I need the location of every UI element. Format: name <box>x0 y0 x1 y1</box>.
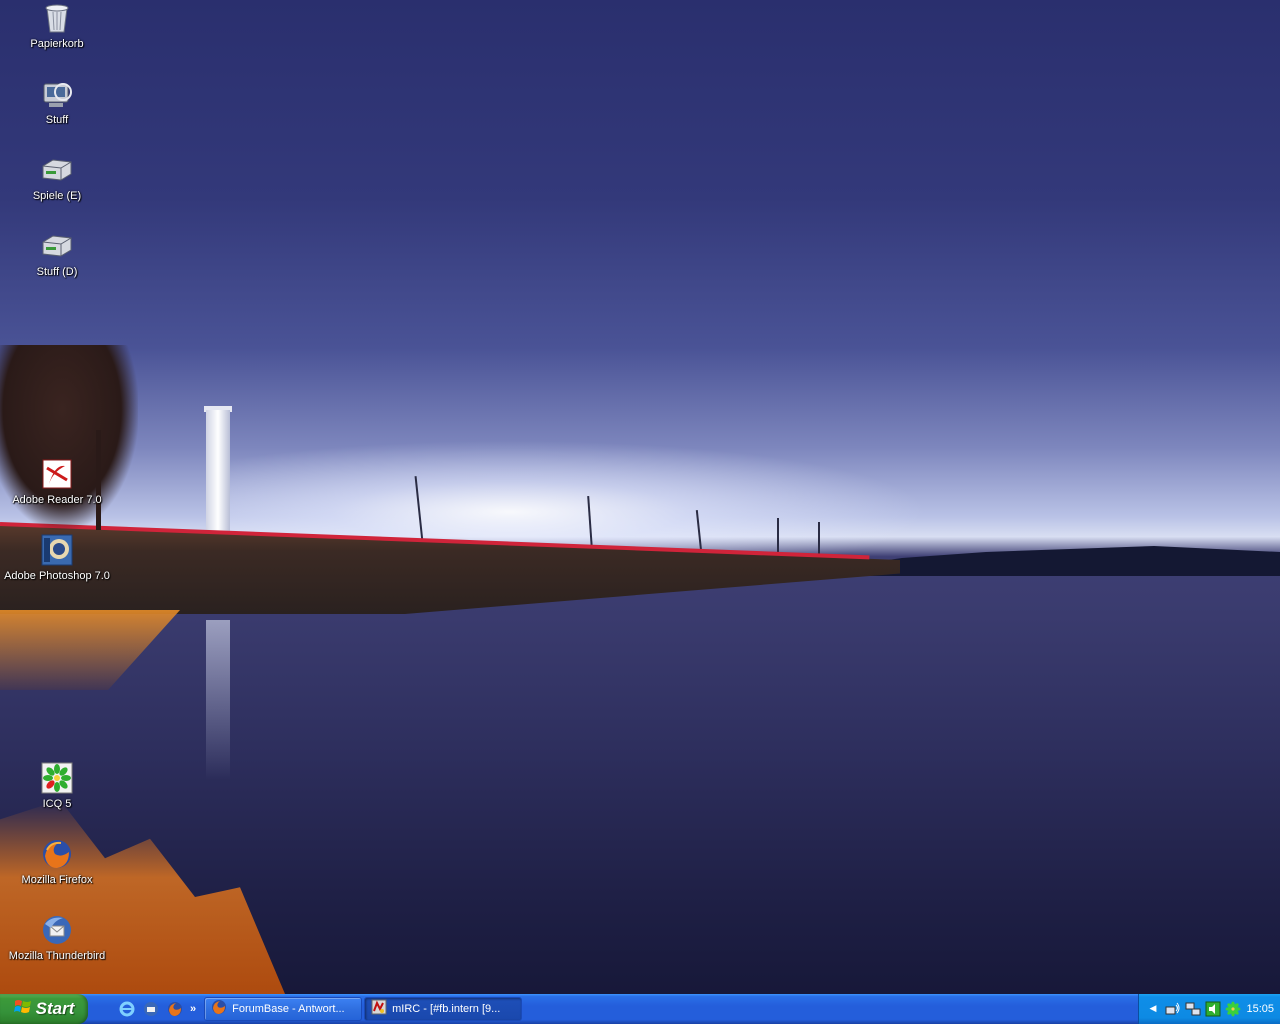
hard-drive-icon <box>41 154 73 186</box>
quicklaunch-more[interactable]: » <box>190 1003 196 1015</box>
system-tray: ◀ 15:05 <box>1138 994 1280 1024</box>
start-button[interactable]: Start <box>0 994 88 1024</box>
adobe-reader-icon <box>41 458 73 490</box>
mirc-icon <box>371 999 387 1019</box>
desktop-icon-label: Adobe Photoshop 7.0 <box>4 570 110 582</box>
desktop-icon-stuff-d[interactable]: Stuff (D) <box>0 230 114 278</box>
task-button-mirc[interactable]: mIRC - [#fb.intern [9... <box>364 997 523 1021</box>
recycle-bin-icon <box>41 2 73 34</box>
firefox-icon <box>211 999 227 1019</box>
desktop-icon-label: Stuff (D) <box>36 266 78 278</box>
desktop-icon-icq[interactable]: ICQ 5 <box>0 762 114 810</box>
network-icon[interactable] <box>1185 1001 1201 1017</box>
task-label: mIRC - [#fb.intern [9... <box>392 1003 501 1015</box>
desktop-icon-photoshop[interactable]: Adobe Photoshop 7.0 <box>0 534 114 582</box>
network-drive-icon <box>41 78 73 110</box>
volume-icon[interactable] <box>1205 1001 1221 1017</box>
desktop-icon-label: Stuff <box>45 114 69 126</box>
desktop-icon-adobe-reader[interactable]: Adobe Reader 7.0 <box>0 458 114 506</box>
photoshop-icon <box>41 534 73 566</box>
power-pole <box>777 518 779 554</box>
tower-reflection <box>206 620 230 780</box>
desktop-icon-label: Mozilla Thunderbird <box>8 950 106 962</box>
desktop-icon-label: Adobe Reader 7.0 <box>12 494 102 506</box>
foreground-grass <box>0 800 285 994</box>
icq-tray-icon[interactable] <box>1225 1001 1241 1017</box>
icq-icon <box>41 762 73 794</box>
start-label: Start <box>35 999 75 1018</box>
desktop-icon-label: ICQ 5 <box>42 798 72 810</box>
tower <box>206 410 230 536</box>
taskbar: Start » ForumBase - Antwort... mIRC - [#… <box>0 994 1280 1024</box>
desktop-icon-label: Spiele (E) <box>32 190 82 202</box>
internet-explorer-icon[interactable] <box>118 1000 136 1018</box>
task-label: ForumBase - Antwort... <box>232 1003 345 1015</box>
desktop-icon-label: Mozilla Firefox <box>21 874 93 886</box>
desktop-icon-spiele[interactable]: Spiele (E) <box>0 154 114 202</box>
desktop-icon-label: Papierkorb <box>30 38 84 50</box>
task-button-forumbase[interactable]: ForumBase - Antwort... <box>204 997 363 1021</box>
desktop-icon-firefox[interactable]: Mozilla Firefox <box>0 838 114 886</box>
desktop-icon-papierkorb[interactable]: Papierkorb <box>0 2 114 50</box>
desktop-icon-stuff[interactable]: Stuff <box>0 78 114 126</box>
power-pole <box>818 522 820 556</box>
thunderbird-icon <box>41 914 73 946</box>
shore-grass <box>0 610 180 690</box>
quicklaunch-bar: » <box>88 994 202 1024</box>
clock[interactable]: 15:05 <box>1246 1003 1274 1015</box>
firefox-icon[interactable] <box>166 1000 184 1018</box>
wireless-network-icon[interactable] <box>1165 1001 1181 1017</box>
desktop[interactable]: Papierkorb Stuff Spiele (E) Stuff (D) Ad… <box>0 0 1280 994</box>
hard-drive-icon <box>41 230 73 262</box>
thunderbird-icon[interactable] <box>142 1000 160 1018</box>
firefox-icon <box>41 838 73 870</box>
desktop-icon-thunderbird[interactable]: Mozilla Thunderbird <box>0 914 114 962</box>
windows-logo-icon <box>13 998 32 1020</box>
tray-expand-icon[interactable]: ◀ <box>1145 1001 1161 1017</box>
